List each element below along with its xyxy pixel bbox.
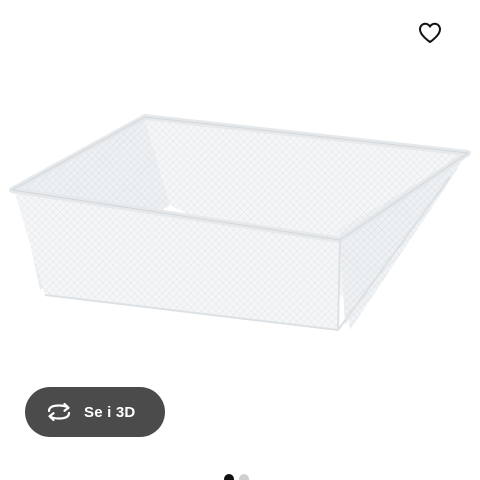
favorite-button[interactable] <box>410 14 450 52</box>
product-image <box>9 114 471 332</box>
heart-outline-icon <box>419 22 441 43</box>
product-gallery: Se i 3D <box>0 0 480 480</box>
view-in-3d-label: Se i 3D <box>84 403 136 421</box>
carousel-indicator <box>224 474 249 480</box>
carousel-dot-active[interactable] <box>224 474 234 480</box>
rotate-arrows-icon <box>45 401 73 423</box>
view-in-3d-button[interactable]: Se i 3D <box>25 387 165 437</box>
carousel-dot[interactable] <box>239 474 249 480</box>
